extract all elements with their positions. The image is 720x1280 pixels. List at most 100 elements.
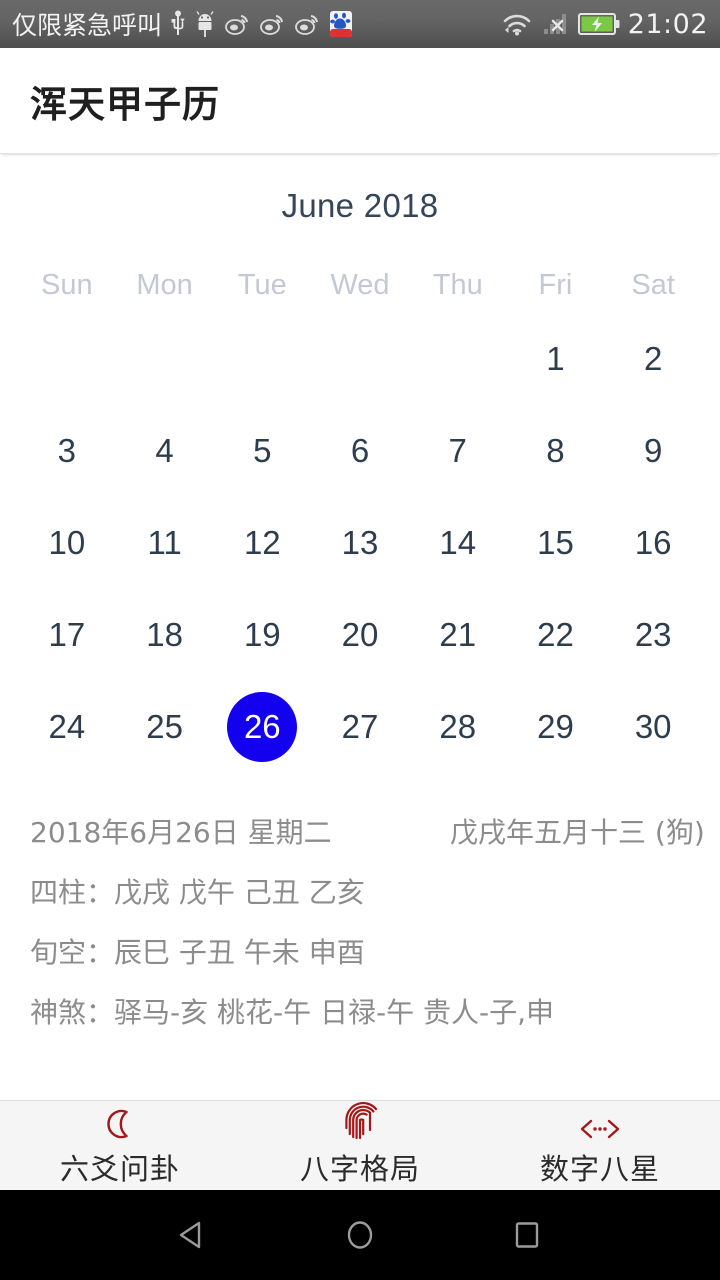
- calendar-day-cell[interactable]: 12: [213, 497, 311, 589]
- weibo-icon: [224, 11, 250, 37]
- date-detail-panel: 2018年6月26日 星期二 戊戌年五月十三 (狗) 四柱：戊戌 戊午 己丑 乙…: [0, 803, 720, 1043]
- calendar-day-cell[interactable]: 3: [18, 405, 116, 497]
- calendar-day-cell[interactable]: 25: [116, 681, 214, 773]
- calendar-day-cell[interactable]: 2: [604, 313, 702, 405]
- calendar-week-row: 3 4 5 6 7 8 9: [18, 405, 702, 497]
- day-label[interactable]: 7: [423, 416, 493, 486]
- day-label[interactable]: 16: [618, 508, 688, 578]
- day-label[interactable]: 24: [32, 692, 102, 762]
- calendar-grid: Sun Mon Tue Wed Thu Fri Sat 1 2 3 4 5 6 …: [0, 257, 720, 773]
- day-label[interactable]: 1: [520, 324, 590, 394]
- calendar-day-cell-selected[interactable]: 26: [213, 681, 311, 773]
- calendar-day-cell[interactable]: 15: [507, 497, 605, 589]
- status-bar: 仅限紧急呼叫 21:02: [0, 0, 720, 48]
- day-label[interactable]: 11: [130, 508, 200, 578]
- day-label[interactable]: 2: [618, 324, 688, 394]
- day-label: [325, 324, 395, 394]
- day-label: [32, 324, 102, 394]
- day-label: [227, 324, 297, 394]
- status-left-icons: [170, 10, 353, 38]
- day-label[interactable]: 18: [130, 600, 200, 670]
- weibo-icon: [294, 11, 320, 37]
- phone-screen: 仅限紧急呼叫 21:02 浑天甲子历 June 2018 Sun Mon Tue…: [0, 0, 720, 1280]
- calendar-day-cell[interactable]: 14: [409, 497, 507, 589]
- day-label[interactable]: 25: [130, 692, 200, 762]
- calendar-day-cell[interactable]: 19: [213, 589, 311, 681]
- calendar-day-cell[interactable]: 28: [409, 681, 507, 773]
- day-label-selected[interactable]: 26: [227, 692, 298, 762]
- detail-row-date: 2018年6月26日 星期二 戊戌年五月十三 (狗): [30, 803, 705, 863]
- calendar-day-cell[interactable]: 23: [604, 589, 702, 681]
- calendar-day-cell[interactable]: 6: [311, 405, 409, 497]
- day-label[interactable]: 14: [423, 508, 493, 578]
- usb-icon: [170, 10, 186, 38]
- battery-charging-icon: [577, 11, 622, 37]
- day-label[interactable]: 4: [130, 416, 200, 486]
- back-triangle-icon[interactable]: [163, 1205, 223, 1265]
- home-circle-icon[interactable]: [330, 1205, 390, 1265]
- day-label[interactable]: 21: [423, 600, 493, 670]
- calendar-day-cell[interactable]: 7: [409, 405, 507, 497]
- day-label[interactable]: 22: [520, 600, 590, 670]
- day-label[interactable]: 30: [618, 692, 688, 762]
- day-label[interactable]: 8: [520, 416, 590, 486]
- weekday-wed: Wed: [330, 268, 390, 301]
- calendar-day-cell[interactable]: 16: [604, 497, 702, 589]
- calendar-day-cell[interactable]: 8: [507, 405, 605, 497]
- day-label: [423, 324, 493, 394]
- tab-label: 六爻问卦: [59, 1151, 180, 1186]
- day-label[interactable]: 5: [227, 416, 297, 486]
- tab-liuyao-wengua[interactable]: 六爻问卦: [0, 1104, 240, 1188]
- calendar-day-cell[interactable]: 20: [311, 589, 409, 681]
- day-label: [130, 324, 200, 394]
- detail-row-shensha: 神煞：驿马-亥 桃花-午 日禄-午 贵人-子,申: [30, 996, 555, 1029]
- day-label[interactable]: 23: [618, 600, 688, 670]
- status-right-icons: [500, 10, 622, 38]
- day-label[interactable]: 12: [227, 508, 297, 578]
- calendar-day-cell[interactable]: 1: [507, 313, 605, 405]
- day-label[interactable]: 29: [520, 692, 590, 762]
- calendar-day-cell: [116, 313, 214, 405]
- tab-bazi-geju[interactable]: 八字格局: [240, 1101, 480, 1188]
- calendar-day-cell[interactable]: 27: [311, 681, 409, 773]
- day-label[interactable]: 28: [423, 692, 493, 762]
- weekday-mon: Mon: [136, 268, 193, 301]
- calendar-day-cell[interactable]: 22: [507, 589, 605, 681]
- calendar-day-cell[interactable]: 18: [116, 589, 214, 681]
- calendar-day-cell[interactable]: 21: [409, 589, 507, 681]
- tab-shuzi-baxing[interactable]: 数字八星: [480, 1104, 720, 1188]
- calendar-day-cell[interactable]: 24: [18, 681, 116, 773]
- calendar-week-row: 17 18 19 20 21 22 23: [18, 589, 702, 681]
- day-label[interactable]: 27: [325, 692, 395, 762]
- day-label[interactable]: 3: [32, 416, 102, 486]
- calendar-day-cell[interactable]: 5: [213, 405, 311, 497]
- calendar-day-cell[interactable]: 10: [18, 497, 116, 589]
- crescent-moon-icon: [102, 1104, 138, 1142]
- android-nav-bar: [0, 1190, 720, 1280]
- day-label[interactable]: 9: [618, 416, 688, 486]
- day-label[interactable]: 6: [325, 416, 395, 486]
- day-label[interactable]: 13: [325, 508, 395, 578]
- day-label[interactable]: 19: [227, 600, 297, 670]
- status-clock: 21:02: [627, 8, 708, 40]
- day-label[interactable]: 20: [325, 600, 395, 670]
- solar-date-label: 2018年6月26日 星期二: [30, 816, 332, 849]
- day-label[interactable]: 17: [32, 600, 102, 670]
- recents-square-icon[interactable]: [497, 1205, 557, 1265]
- fingerprint-icon: [342, 1101, 378, 1142]
- weibo-icon: [259, 11, 285, 37]
- day-label[interactable]: 15: [520, 508, 590, 578]
- calendar-day-cell[interactable]: 29: [507, 681, 605, 773]
- calendar-day-cell[interactable]: 11: [116, 497, 214, 589]
- app-bar: 浑天甲子历: [0, 48, 720, 154]
- calendar-day-cell[interactable]: 13: [311, 497, 409, 589]
- calendar-day-cell[interactable]: 4: [116, 405, 214, 497]
- calendar-day-cell: [409, 313, 507, 405]
- calendar-day-cell[interactable]: 9: [604, 405, 702, 497]
- calendar-day-cell: [311, 313, 409, 405]
- day-label[interactable]: 10: [32, 508, 102, 578]
- tab-label: 八字格局: [299, 1151, 420, 1186]
- calendar-day-cell[interactable]: 30: [604, 681, 702, 773]
- calendar-month-title: June 2018: [281, 187, 439, 224]
- calendar-day-cell[interactable]: 17: [18, 589, 116, 681]
